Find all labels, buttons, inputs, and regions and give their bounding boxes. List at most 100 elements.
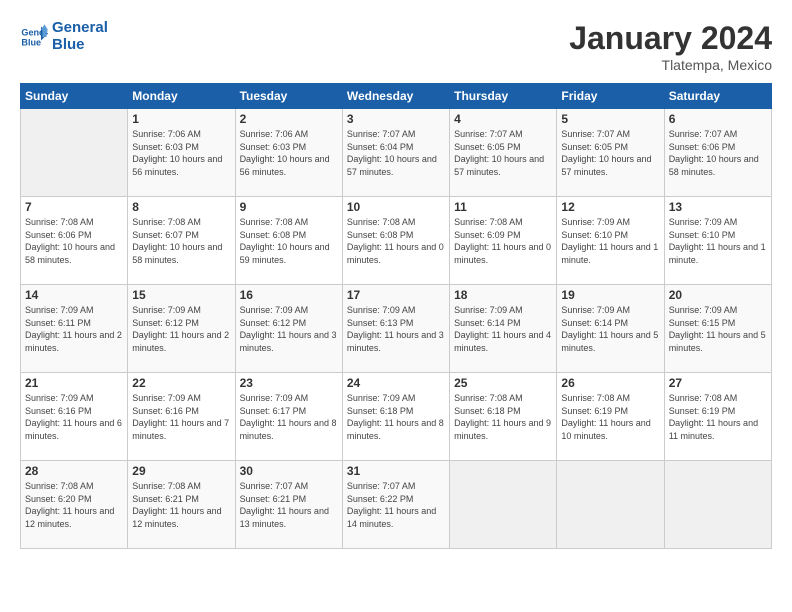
day-cell [664, 461, 771, 549]
day-cell: 3 Sunrise: 7:07 AM Sunset: 6:04 PM Dayli… [342, 109, 449, 197]
weekday-header-row: SundayMondayTuesdayWednesdayThursdayFrid… [21, 84, 772, 109]
day-number: 25 [454, 376, 552, 390]
weekday-wednesday: Wednesday [342, 84, 449, 109]
day-number: 17 [347, 288, 445, 302]
day-info: Sunrise: 7:06 AM Sunset: 6:03 PM Dayligh… [240, 128, 338, 178]
weekday-saturday: Saturday [664, 84, 771, 109]
day-number: 5 [561, 112, 659, 126]
day-cell: 11 Sunrise: 7:08 AM Sunset: 6:09 PM Dayl… [450, 197, 557, 285]
day-info: Sunrise: 7:08 AM Sunset: 6:08 PM Dayligh… [347, 216, 445, 266]
calendar-header: General Blue General Blue January 2024 T… [20, 20, 772, 73]
day-info: Sunrise: 7:09 AM Sunset: 6:14 PM Dayligh… [561, 304, 659, 354]
day-cell: 29 Sunrise: 7:08 AM Sunset: 6:21 PM Dayl… [128, 461, 235, 549]
day-cell: 16 Sunrise: 7:09 AM Sunset: 6:12 PM Dayl… [235, 285, 342, 373]
day-info: Sunrise: 7:06 AM Sunset: 6:03 PM Dayligh… [132, 128, 230, 178]
day-cell: 19 Sunrise: 7:09 AM Sunset: 6:14 PM Dayl… [557, 285, 664, 373]
day-number: 18 [454, 288, 552, 302]
day-cell: 5 Sunrise: 7:07 AM Sunset: 6:05 PM Dayli… [557, 109, 664, 197]
day-info: Sunrise: 7:08 AM Sunset: 6:07 PM Dayligh… [132, 216, 230, 266]
day-number: 31 [347, 464, 445, 478]
day-cell: 9 Sunrise: 7:08 AM Sunset: 6:08 PM Dayli… [235, 197, 342, 285]
day-number: 22 [132, 376, 230, 390]
weekday-friday: Friday [557, 84, 664, 109]
day-number: 1 [132, 112, 230, 126]
weekday-monday: Monday [128, 84, 235, 109]
calendar-table: SundayMondayTuesdayWednesdayThursdayFrid… [20, 83, 772, 549]
day-cell: 30 Sunrise: 7:07 AM Sunset: 6:21 PM Dayl… [235, 461, 342, 549]
day-info: Sunrise: 7:08 AM Sunset: 6:19 PM Dayligh… [669, 392, 767, 442]
week-row-1: 1 Sunrise: 7:06 AM Sunset: 6:03 PM Dayli… [21, 109, 772, 197]
day-cell: 22 Sunrise: 7:09 AM Sunset: 6:16 PM Dayl… [128, 373, 235, 461]
day-number: 4 [454, 112, 552, 126]
day-info: Sunrise: 7:08 AM Sunset: 6:06 PM Dayligh… [25, 216, 123, 266]
day-cell: 25 Sunrise: 7:08 AM Sunset: 6:18 PM Dayl… [450, 373, 557, 461]
day-info: Sunrise: 7:09 AM Sunset: 6:18 PM Dayligh… [347, 392, 445, 442]
week-row-5: 28 Sunrise: 7:08 AM Sunset: 6:20 PM Dayl… [21, 461, 772, 549]
day-info: Sunrise: 7:09 AM Sunset: 6:13 PM Dayligh… [347, 304, 445, 354]
day-cell: 17 Sunrise: 7:09 AM Sunset: 6:13 PM Dayl… [342, 285, 449, 373]
day-info: Sunrise: 7:08 AM Sunset: 6:08 PM Dayligh… [240, 216, 338, 266]
calendar-body: 1 Sunrise: 7:06 AM Sunset: 6:03 PM Dayli… [21, 109, 772, 549]
day-info: Sunrise: 7:08 AM Sunset: 6:19 PM Dayligh… [561, 392, 659, 442]
logo: General Blue General Blue [20, 20, 108, 53]
day-cell [21, 109, 128, 197]
day-info: Sunrise: 7:08 AM Sunset: 6:20 PM Dayligh… [25, 480, 123, 530]
day-number: 14 [25, 288, 123, 302]
day-info: Sunrise: 7:09 AM Sunset: 6:16 PM Dayligh… [25, 392, 123, 442]
weekday-thursday: Thursday [450, 84, 557, 109]
day-info: Sunrise: 7:08 AM Sunset: 6:09 PM Dayligh… [454, 216, 552, 266]
logo-icon: General Blue [20, 23, 48, 51]
day-info: Sunrise: 7:09 AM Sunset: 6:10 PM Dayligh… [561, 216, 659, 266]
day-number: 15 [132, 288, 230, 302]
day-number: 2 [240, 112, 338, 126]
day-info: Sunrise: 7:07 AM Sunset: 6:22 PM Dayligh… [347, 480, 445, 530]
day-cell: 8 Sunrise: 7:08 AM Sunset: 6:07 PM Dayli… [128, 197, 235, 285]
day-info: Sunrise: 7:07 AM Sunset: 6:21 PM Dayligh… [240, 480, 338, 530]
day-cell: 20 Sunrise: 7:09 AM Sunset: 6:15 PM Dayl… [664, 285, 771, 373]
day-info: Sunrise: 7:09 AM Sunset: 6:15 PM Dayligh… [669, 304, 767, 354]
week-row-2: 7 Sunrise: 7:08 AM Sunset: 6:06 PM Dayli… [21, 197, 772, 285]
day-cell: 15 Sunrise: 7:09 AM Sunset: 6:12 PM Dayl… [128, 285, 235, 373]
day-number: 6 [669, 112, 767, 126]
day-number: 30 [240, 464, 338, 478]
day-info: Sunrise: 7:09 AM Sunset: 6:10 PM Dayligh… [669, 216, 767, 266]
day-cell: 7 Sunrise: 7:08 AM Sunset: 6:06 PM Dayli… [21, 197, 128, 285]
day-number: 29 [132, 464, 230, 478]
day-number: 7 [25, 200, 123, 214]
day-cell: 24 Sunrise: 7:09 AM Sunset: 6:18 PM Dayl… [342, 373, 449, 461]
day-number: 27 [669, 376, 767, 390]
day-info: Sunrise: 7:07 AM Sunset: 6:06 PM Dayligh… [669, 128, 767, 178]
day-cell: 23 Sunrise: 7:09 AM Sunset: 6:17 PM Dayl… [235, 373, 342, 461]
day-cell: 1 Sunrise: 7:06 AM Sunset: 6:03 PM Dayli… [128, 109, 235, 197]
day-number: 28 [25, 464, 123, 478]
day-cell: 2 Sunrise: 7:06 AM Sunset: 6:03 PM Dayli… [235, 109, 342, 197]
day-cell: 18 Sunrise: 7:09 AM Sunset: 6:14 PM Dayl… [450, 285, 557, 373]
day-info: Sunrise: 7:09 AM Sunset: 6:11 PM Dayligh… [25, 304, 123, 354]
day-number: 20 [669, 288, 767, 302]
day-number: 21 [25, 376, 123, 390]
day-cell [557, 461, 664, 549]
day-number: 10 [347, 200, 445, 214]
day-cell: 13 Sunrise: 7:09 AM Sunset: 6:10 PM Dayl… [664, 197, 771, 285]
day-number: 19 [561, 288, 659, 302]
day-number: 12 [561, 200, 659, 214]
day-cell: 12 Sunrise: 7:09 AM Sunset: 6:10 PM Dayl… [557, 197, 664, 285]
logo-line2: Blue [52, 37, 108, 54]
location: Tlatempa, Mexico [569, 57, 772, 73]
day-cell: 14 Sunrise: 7:09 AM Sunset: 6:11 PM Dayl… [21, 285, 128, 373]
day-cell: 21 Sunrise: 7:09 AM Sunset: 6:16 PM Dayl… [21, 373, 128, 461]
weekday-tuesday: Tuesday [235, 84, 342, 109]
day-cell: 6 Sunrise: 7:07 AM Sunset: 6:06 PM Dayli… [664, 109, 771, 197]
day-cell: 31 Sunrise: 7:07 AM Sunset: 6:22 PM Dayl… [342, 461, 449, 549]
day-number: 13 [669, 200, 767, 214]
day-info: Sunrise: 7:09 AM Sunset: 6:12 PM Dayligh… [240, 304, 338, 354]
day-number: 23 [240, 376, 338, 390]
day-info: Sunrise: 7:07 AM Sunset: 6:04 PM Dayligh… [347, 128, 445, 178]
day-number: 11 [454, 200, 552, 214]
day-cell: 26 Sunrise: 7:08 AM Sunset: 6:19 PM Dayl… [557, 373, 664, 461]
day-number: 16 [240, 288, 338, 302]
day-number: 9 [240, 200, 338, 214]
logo-line1: General [52, 20, 108, 37]
month-title: January 2024 [569, 20, 772, 57]
day-info: Sunrise: 7:09 AM Sunset: 6:17 PM Dayligh… [240, 392, 338, 442]
